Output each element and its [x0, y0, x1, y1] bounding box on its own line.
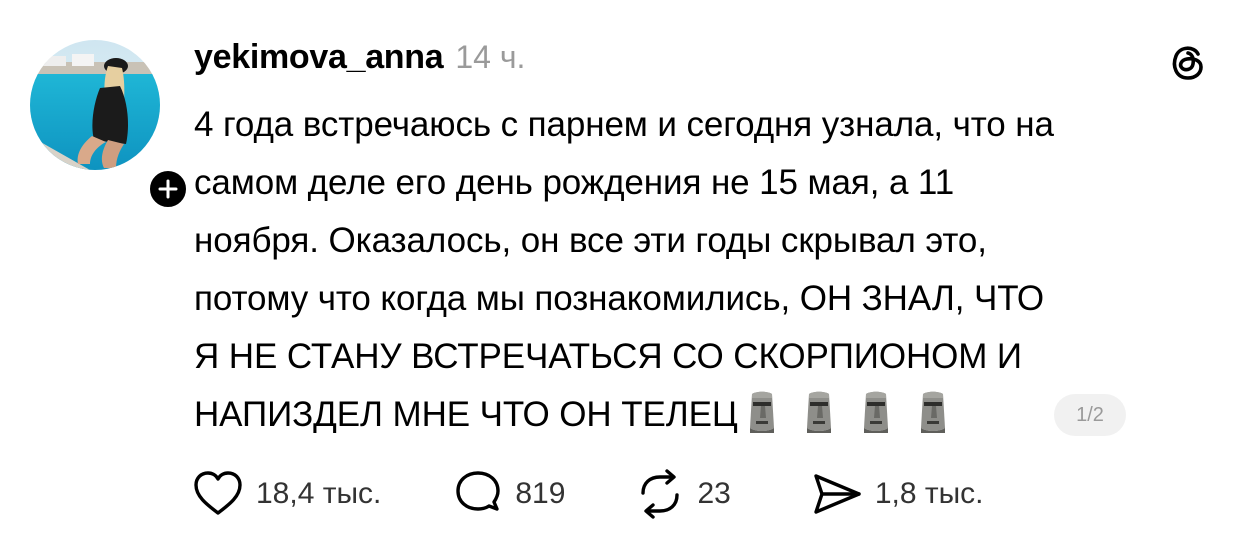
- post-actions: 18,4 тыс. 819 23 1,8 тыс.: [192, 466, 984, 522]
- repost-count: 23: [697, 477, 731, 510]
- comment-bubble-icon: [453, 469, 503, 519]
- moai-emoji-icon: [856, 390, 896, 434]
- post-header: yekimova_anna 14 ч.: [194, 38, 525, 82]
- send-arrow-icon: [811, 470, 863, 518]
- repost-arrows-icon: [635, 469, 685, 519]
- post-text-line: потому что когда мы познакомились, ОН ЗН…: [194, 279, 1045, 318]
- heart-icon: [192, 470, 244, 518]
- share-count: 1,8 тыс.: [874, 477, 984, 510]
- reply-count: 819: [515, 477, 566, 510]
- moai-emoji-icon: [742, 390, 782, 434]
- moai-emoji-icon: [799, 390, 839, 434]
- follow-button[interactable]: [146, 167, 190, 211]
- avatar-photo: [30, 40, 160, 170]
- post-text-line: 4 года встречаюсь с парнем и сегодня узн…: [194, 105, 1054, 144]
- share-button[interactable]: 1,8 тыс.: [811, 466, 984, 522]
- emoji-group: [742, 390, 970, 434]
- post-time: 14 ч.: [455, 39, 526, 75]
- reply-button[interactable]: 819: [453, 466, 565, 522]
- repost-button[interactable]: 23: [635, 466, 731, 522]
- like-count: 18,4 тыс.: [256, 477, 382, 510]
- media-page-indicator: 1/2: [1054, 394, 1126, 436]
- post-text-line: Я НЕ СТАНУ ВСТРЕЧАТЬСЯ СО СКОРПИОНОМ И: [194, 337, 1022, 376]
- post-text-line: НАПИЗДЕЛ МНЕ ЧТО ОН ТЕЛЕЦ: [194, 395, 738, 434]
- moai-emoji-icon: [913, 390, 953, 434]
- post-text: 4 года встречаюсь с парнем и сегодня узн…: [194, 96, 1234, 444]
- plus-icon: [158, 179, 178, 199]
- post-text-line: ноября. Оказалось, он все эти годы скрыв…: [194, 221, 987, 260]
- post-text-line: самом деле его день рождения не 15 мая, …: [194, 163, 955, 202]
- like-button[interactable]: 18,4 тыс.: [192, 466, 381, 522]
- username[interactable]: yekimova_anna: [194, 38, 444, 77]
- avatar[interactable]: [30, 40, 160, 170]
- author-avatar-block[interactable]: [30, 40, 190, 211]
- threads-logo-icon[interactable]: [1166, 40, 1210, 84]
